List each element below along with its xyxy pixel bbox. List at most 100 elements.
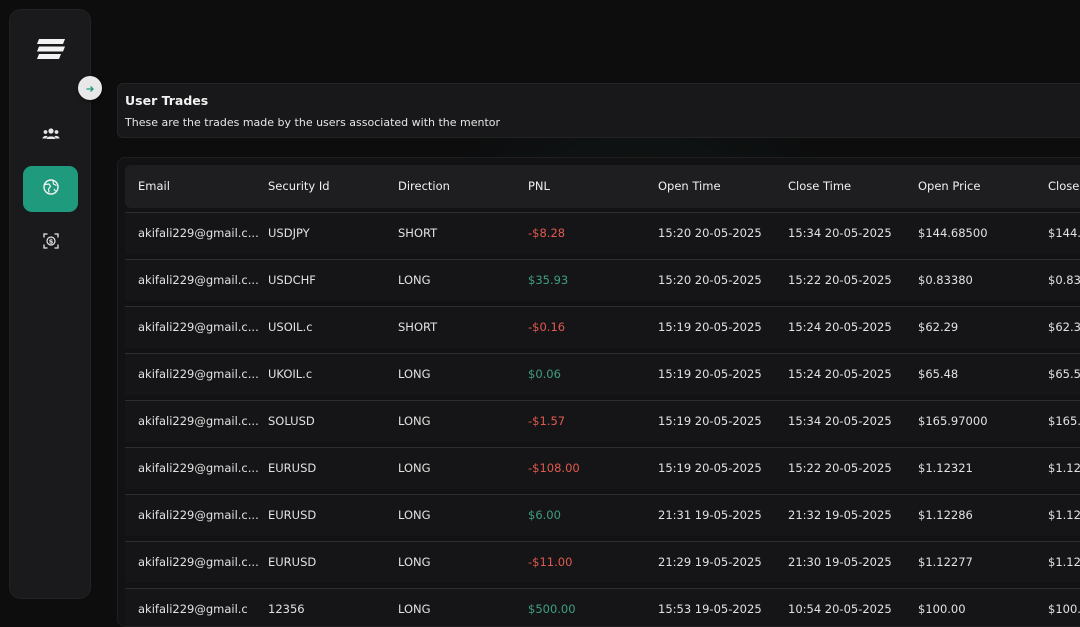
table-row[interactable]: akifali229@gmail.c... USOIL.c SHORT -$0.… [125, 306, 1080, 348]
cell-email: akifali229@gmail.c... [138, 273, 259, 287]
cell-security-id: USDJPY [268, 226, 310, 240]
cell-close-time: 15:34 20-05-2025 [788, 414, 892, 428]
cell-security-id: EURUSD [268, 461, 317, 475]
cell-close-price: $100.0 [1048, 602, 1080, 616]
cell-close-price: $1.1226 [1048, 461, 1080, 475]
cell-close-price: $165.3 [1048, 414, 1080, 428]
cell-pnl: $0.06 [528, 367, 561, 381]
svg-text:$: $ [48, 238, 53, 246]
cell-close-time: 15:24 20-05-2025 [788, 320, 892, 334]
cell-email: akifali229@gmail.c... [138, 555, 259, 569]
table-row[interactable]: akifali229@gmail.c... EURUSD LONG $6.00 … [125, 494, 1080, 536]
sidebar: $ [9, 9, 91, 599]
cell-security-id: 12356 [268, 602, 305, 616]
cell-close-time: 10:54 20-05-2025 [788, 602, 892, 616]
table-row[interactable]: akifali229@gmail.c... UKOIL.c LONG $0.06… [125, 353, 1080, 395]
cell-pnl: -$108.00 [528, 461, 580, 475]
users-icon [42, 126, 60, 145]
table-header: Email Security Id Direction PNL Open Tim… [125, 165, 1080, 208]
cell-direction: LONG [398, 555, 431, 569]
cell-direction: LONG [398, 414, 431, 428]
cell-close-price: $1.1228 [1048, 508, 1080, 522]
sidebar-toggle-button[interactable] [78, 76, 102, 100]
cell-open-price: $1.12286 [918, 508, 973, 522]
cell-open-price: $1.12277 [918, 555, 973, 569]
cell-open-time: 15:20 20-05-2025 [658, 226, 762, 240]
cell-close-price: $0.833 [1048, 273, 1080, 287]
cell-email: akifali229@gmail.c [138, 602, 248, 616]
cell-pnl: -$11.00 [528, 555, 573, 569]
cell-open-price: $165.97000 [918, 414, 988, 428]
column-header-pnl[interactable]: PNL [528, 179, 550, 193]
column-header-close-price[interactable]: Close [1048, 179, 1079, 193]
cell-direction: LONG [398, 508, 431, 522]
column-header-open-price[interactable]: Open Price [918, 179, 980, 193]
table-row[interactable]: akifali229@gmail.c... EURUSD LONG -$11.0… [125, 541, 1080, 583]
table-row[interactable]: akifali229@gmail.c... USDCHF LONG $35.93… [125, 259, 1080, 301]
column-header-security-id[interactable]: Security Id [268, 179, 330, 193]
cell-security-id: UKOIL.c [268, 367, 313, 381]
cell-pnl: $35.93 [528, 273, 569, 287]
cell-email: akifali229@gmail.c... [138, 226, 259, 240]
column-header-direction[interactable]: Direction [398, 179, 450, 193]
cell-email: akifali229@gmail.c... [138, 414, 259, 428]
cell-email: akifali229@gmail.c... [138, 508, 259, 522]
cell-close-price: $65.51 [1048, 367, 1080, 381]
sidebar-item-trades[interactable] [23, 166, 78, 212]
cell-open-time: 15:53 19-05-2025 [658, 602, 762, 616]
globe-icon [42, 178, 60, 200]
cell-pnl: $500.00 [528, 602, 576, 616]
cell-open-time: 15:19 20-05-2025 [658, 414, 762, 428]
cell-close-time: 15:22 20-05-2025 [788, 273, 892, 287]
cell-close-time: 21:30 19-05-2025 [788, 555, 892, 569]
cell-open-time: 15:19 20-05-2025 [658, 367, 762, 381]
cell-security-id: USDCHF [268, 273, 316, 287]
sidebar-item-payouts[interactable]: $ [23, 220, 78, 266]
cell-open-time: 21:29 19-05-2025 [658, 555, 762, 569]
cell-direction: SHORT [398, 320, 438, 334]
cell-close-price: $1.1226 [1048, 555, 1080, 569]
cell-security-id: USOIL.c [268, 320, 313, 334]
cell-direction: SHORT [398, 226, 438, 240]
cell-email: akifali229@gmail.c... [138, 461, 259, 475]
cell-open-price: $0.83380 [918, 273, 973, 287]
page-header: User Trades These are the trades made by… [117, 83, 1080, 138]
table-row[interactable]: akifali229@gmail.c... SOLUSD LONG -$1.57… [125, 400, 1080, 442]
cell-security-id: SOLUSD [268, 414, 315, 428]
cell-open-price: $144.68500 [918, 226, 988, 240]
cell-open-time: 15:19 20-05-2025 [658, 461, 762, 475]
cell-close-time: 21:32 19-05-2025 [788, 508, 892, 522]
cell-close-time: 15:24 20-05-2025 [788, 367, 892, 381]
cell-close-price: $144.6 [1048, 226, 1080, 240]
cell-open-price: $100.00 [918, 602, 966, 616]
cell-close-price: $62.37 [1048, 320, 1080, 334]
dollar-scan-icon: $ [42, 233, 59, 253]
page-subtitle: These are the trades made by the users a… [125, 116, 501, 129]
trades-table: Email Security Id Direction PNL Open Tim… [117, 157, 1080, 627]
cell-open-price: $62.29 [918, 320, 959, 334]
column-header-close-time[interactable]: Close Time [788, 179, 851, 193]
cell-email: akifali229@gmail.c... [138, 320, 259, 334]
cell-open-time: 21:31 19-05-2025 [658, 508, 762, 522]
cell-pnl: -$1.57 [528, 414, 566, 428]
cell-close-time: 15:34 20-05-2025 [788, 226, 892, 240]
arrow-right-icon [85, 79, 95, 98]
page-title: User Trades [125, 93, 209, 108]
cell-open-price: $1.12321 [918, 461, 973, 475]
column-header-open-time[interactable]: Open Time [658, 179, 721, 193]
cell-open-price: $65.48 [918, 367, 959, 381]
sidebar-item-users[interactable] [23, 112, 78, 158]
cell-direction: LONG [398, 461, 431, 475]
cell-close-time: 15:22 20-05-2025 [788, 461, 892, 475]
cell-pnl: $6.00 [528, 508, 561, 522]
cell-pnl: -$0.16 [528, 320, 566, 334]
cell-open-time: 15:20 20-05-2025 [658, 273, 762, 287]
cell-direction: LONG [398, 367, 431, 381]
cell-security-id: EURUSD [268, 508, 317, 522]
column-header-email[interactable]: Email [138, 179, 170, 193]
cell-security-id: EURUSD [268, 555, 317, 569]
cell-pnl: -$8.28 [528, 226, 566, 240]
table-row[interactable]: akifali229@gmail.c... EURUSD LONG -$108.… [125, 447, 1080, 489]
table-row[interactable]: akifali229@gmail.c... USDJPY SHORT -$8.2… [125, 212, 1080, 254]
logo-icon [35, 37, 67, 61]
